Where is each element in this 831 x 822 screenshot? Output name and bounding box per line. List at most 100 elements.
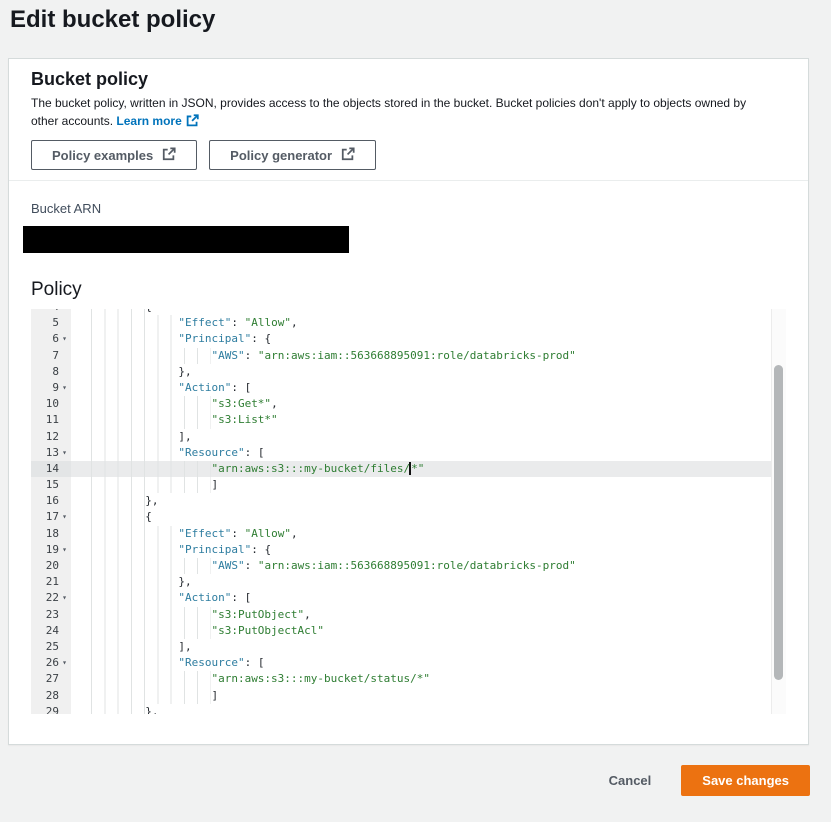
line-number: 15 [31,477,71,493]
line-number: 16 [31,493,71,509]
editor-line[interactable]: 28 ] [31,688,786,704]
line-number: 22▾ [31,590,71,606]
editor-line[interactable]: 27 "arn:aws:s3:::my-bucket/status/*" [31,671,786,687]
editor-line[interactable]: 17▾ { [31,509,786,525]
line-number: 5 [31,315,71,331]
code-text: "s3:PutObject", [71,607,786,623]
code-text: "Resource": [ [71,655,786,671]
editor-line[interactable]: 22▾ "Action": [ [31,590,786,606]
line-number: 28 [31,688,71,704]
panel-header: Bucket policy The bucket policy, written… [9,59,808,180]
editor-line[interactable]: 5 "Effect": "Allow", [31,315,786,331]
fold-arrow-icon[interactable]: ▾ [59,655,70,671]
code-text: "Principal": { [71,542,786,558]
learn-more-link[interactable]: Learn more [116,114,181,128]
editor-line[interactable]: 18 "Effect": "Allow", [31,526,786,542]
fold-arrow-icon[interactable]: ▾ [59,590,70,606]
fold-arrow-icon[interactable]: ▾ [59,509,70,525]
code-text: "arn:aws:s3:::my-bucket/files/*" [71,461,786,477]
code-text: "Principal": { [71,331,786,347]
external-link-icon [162,147,176,164]
line-number: 7 [31,348,71,364]
line-number: 12 [31,429,71,445]
code-text: "arn:aws:s3:::my-bucket/status/*" [71,671,786,687]
line-number: 24 [31,623,71,639]
policy-label: Policy [31,279,786,301]
policy-generator-label: Policy generator [230,148,332,163]
bucket-arn-label: Bucket ARN [31,201,786,216]
bucket-arn-redacted-value [23,226,349,253]
code-text: "Effect": "Allow", [71,315,786,331]
bucket-policy-panel: Bucket policy The bucket policy, written… [8,58,809,745]
code-text: }, [71,364,786,380]
editor-line[interactable]: 25 ], [31,639,786,655]
editor-line[interactable]: 29 }, [31,704,786,714]
code-text: "Resource": [ [71,445,786,461]
editor-line[interactable]: 10 "s3:Get*", [31,396,786,412]
save-changes-button[interactable]: Save changes [681,765,810,796]
editor-line[interactable]: 19▾ "Principal": { [31,542,786,558]
line-number: 9▾ [31,380,71,396]
policy-examples-label: Policy examples [52,148,153,163]
code-text: }, [71,493,786,509]
editor-line[interactable]: 24 "s3:PutObjectAcl" [31,623,786,639]
code-text: "AWS": "arn:aws:iam::563668895091:role/d… [71,348,786,364]
fold-arrow-icon[interactable]: ▾ [59,331,70,347]
line-number: 27 [31,671,71,687]
line-number: 21 [31,574,71,590]
code-text: "Action": [ [71,590,786,606]
policy-generator-button[interactable]: Policy generator [209,140,376,170]
external-link-icon [186,114,199,132]
code-text: "s3:PutObjectAcl" [71,623,786,639]
panel-description: The bucket policy, written in JSON, prov… [31,94,786,132]
editor-line[interactable]: 9▾ "Action": [ [31,380,786,396]
editor-line[interactable]: 20 "AWS": "arn:aws:iam::563668895091:rol… [31,558,786,574]
line-number: 13▾ [31,445,71,461]
editor-line[interactable]: 13▾ "Resource": [ [31,445,786,461]
code-text: ] [71,477,786,493]
line-number: 11 [31,412,71,428]
editor-line[interactable]: 6▾ "Principal": { [31,331,786,347]
line-number: 20 [31,558,71,574]
line-number: 17▾ [31,509,71,525]
line-number: 10 [31,396,71,412]
form-actions: Cancel Save changes [0,765,810,796]
line-number: 18 [31,526,71,542]
line-number: 8 [31,364,71,380]
editor-scrollbar-track[interactable] [771,309,786,714]
editor-line[interactable]: 14 "arn:aws:s3:::my-bucket/files/*" [31,461,786,477]
cancel-button[interactable]: Cancel [605,767,656,794]
panel-title: Bucket policy [31,69,786,90]
line-number: 23 [31,607,71,623]
editor-line[interactable]: 16 }, [31,493,786,509]
editor-scrollbar-thumb[interactable] [774,365,783,680]
line-number: 29 [31,704,71,714]
line-number: 26▾ [31,655,71,671]
editor-line[interactable]: 12 ], [31,429,786,445]
description-line1: The bucket policy, written in JSON, prov… [31,96,746,110]
code-text: "Action": [ [71,380,786,396]
code-text: "AWS": "arn:aws:iam::563668895091:role/d… [71,558,786,574]
fold-arrow-icon[interactable]: ▾ [59,542,70,558]
panel-header-buttons: Policy examples Policy generator [31,140,786,170]
code-text: ] [71,688,786,704]
editor-line[interactable]: 26▾ "Resource": [ [31,655,786,671]
editor-line[interactable]: 21 }, [31,574,786,590]
editor-line[interactable]: 15 ] [31,477,786,493]
editor-line[interactable]: 7 "AWS": "arn:aws:iam::563668895091:role… [31,348,786,364]
code-text: "Effect": "Allow", [71,526,786,542]
editor-line[interactable]: 8 }, [31,364,786,380]
policy-code-editor[interactable]: 4 {5 "Effect": "Allow",6▾ "Principal": {… [31,309,786,714]
code-text: { [71,509,786,525]
editor-content: 4 {5 "Effect": "Allow",6▾ "Principal": {… [31,309,786,714]
page-title: Edit bucket policy [0,0,831,34]
editor-line[interactable]: 11 "s3:List*" [31,412,786,428]
code-text: }, [71,574,786,590]
fold-arrow-icon[interactable]: ▾ [59,380,70,396]
fold-arrow-icon[interactable]: ▾ [59,445,70,461]
description-line2: other accounts. [31,114,113,128]
line-number: 25 [31,639,71,655]
editor-line[interactable]: 23 "s3:PutObject", [31,607,786,623]
policy-examples-button[interactable]: Policy examples [31,140,197,170]
external-link-icon [341,147,355,164]
